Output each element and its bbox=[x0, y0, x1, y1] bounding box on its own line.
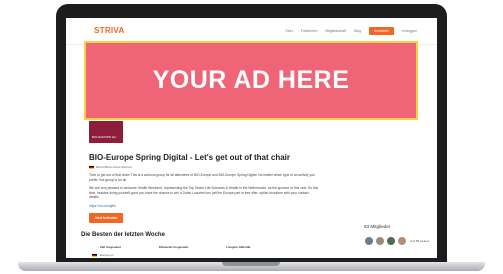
group-description-1: Time to get out of that chair! This is a… bbox=[89, 173, 315, 182]
organizer-name[interactable]: Bischöfliche Arbeit Mensch bbox=[96, 165, 132, 169]
avatar[interactable] bbox=[397, 236, 407, 246]
column-longest-activity[interactable]: Längste Aktivität bbox=[226, 245, 250, 249]
nav-link-features[interactable]: Funktionen bbox=[301, 29, 318, 33]
row-label: Europe pc bbox=[100, 253, 114, 257]
more-members-link[interactable]: und 58 weitere bbox=[410, 239, 430, 243]
column-total-goal[interactable]: Ziel Insgesamt bbox=[100, 245, 121, 249]
ad-banner[interactable]: YOUR AD HERE bbox=[84, 41, 418, 120]
main-nav: Start Funktionen Mitgliedschaft Blog Anm… bbox=[286, 27, 417, 35]
nav-link-blog[interactable]: Blog bbox=[354, 29, 361, 33]
organizer: Bischöfliche Arbeit Mensch bbox=[89, 165, 132, 169]
signup-button[interactable]: Anmelden bbox=[369, 27, 395, 35]
leaderboard-header: Ziel Insgesamt Kilometer Insgesamt Längs… bbox=[100, 245, 250, 249]
column-total-km[interactable]: Kilometer Insgesamt bbox=[159, 245, 189, 249]
group-title: BIO-Europe Spring Digital - Let's get ou… bbox=[89, 153, 291, 162]
nav-link-membership[interactable]: Mitgliedschaft bbox=[325, 29, 346, 33]
ad-text: YOUR AD HERE bbox=[152, 66, 350, 94]
browser-screen: STRIVA Start Funktionen Mitgliedschaft B… bbox=[66, 18, 437, 258]
group-logo-text: BIO-EUROPE Spr. bbox=[92, 135, 118, 139]
group-description-2: We are very pleased to welcome Health We… bbox=[89, 186, 319, 200]
site-logo[interactable]: STRIVA bbox=[94, 26, 125, 35]
table-row: Europe pc bbox=[92, 253, 114, 257]
nav-link-start[interactable]: Start bbox=[286, 29, 293, 33]
group-logo: BIO-EUROPE Spr. bbox=[89, 121, 123, 143]
login-link[interactable]: einloggen bbox=[402, 29, 417, 33]
join-group-button[interactable]: Jetzt beitreten bbox=[89, 213, 123, 223]
avatar[interactable] bbox=[375, 236, 385, 246]
flag-icon bbox=[89, 165, 94, 169]
group-link[interactable]: https://mo.do/lgffm bbox=[89, 204, 116, 208]
flag-icon bbox=[92, 253, 97, 257]
members-count[interactable]: 63 Mitglieder bbox=[364, 224, 390, 229]
avatar[interactable] bbox=[364, 236, 374, 246]
leaderboard-title: Die Besten der letzten Woche bbox=[81, 232, 165, 238]
avatar[interactable] bbox=[386, 236, 396, 246]
member-avatars: und 58 weitere bbox=[364, 236, 430, 246]
laptop-notch bbox=[222, 262, 280, 266]
